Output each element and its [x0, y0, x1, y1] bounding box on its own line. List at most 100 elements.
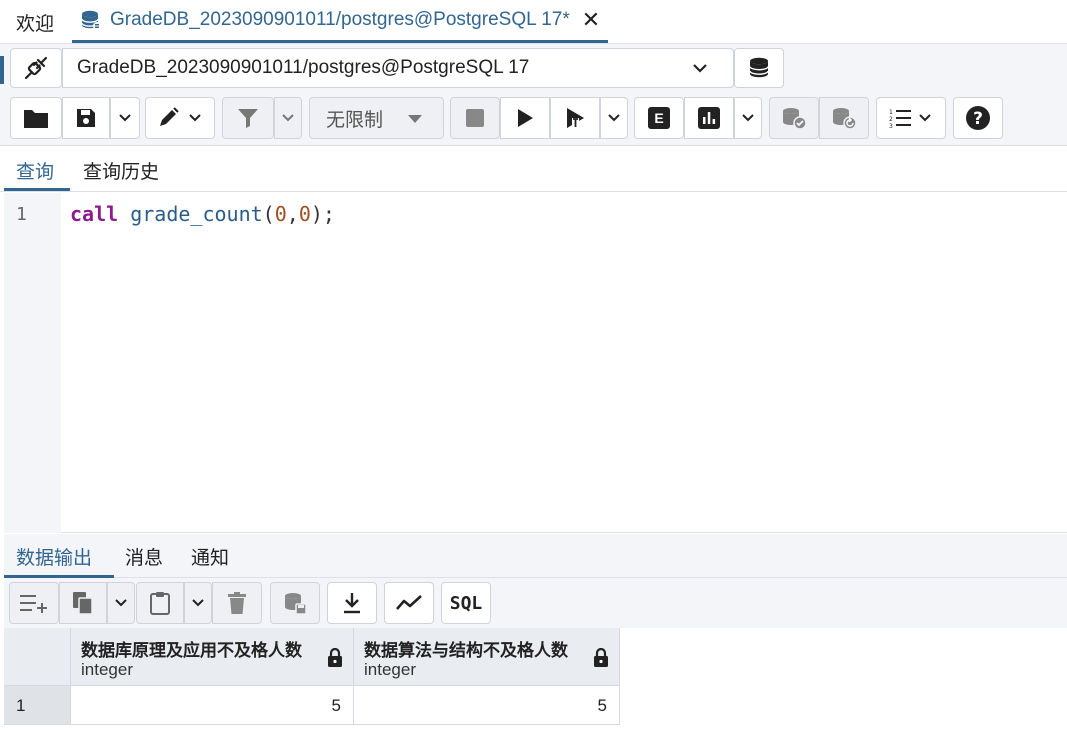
download-button[interactable] [327, 582, 377, 624]
sql-button[interactable]: SQL [441, 582, 491, 624]
row-limit-select[interactable]: 无限制 [309, 97, 444, 139]
play-script-icon [564, 107, 586, 129]
filter-button[interactable] [222, 97, 274, 139]
active-tab-indicator [4, 188, 70, 191]
tab-query-tool[interactable]: GradeDB_2023090901011/postgres@PostgreSQ… [72, 0, 609, 43]
svg-text:3: 3 [889, 123, 893, 128]
sql-argument: 0 [274, 202, 287, 226]
line-chart-icon [395, 593, 423, 613]
svg-text:2: 2 [889, 116, 893, 123]
chevron-down-icon [113, 595, 129, 611]
column-header[interactable]: 数据库原理及应用不及格人数 integer [71, 628, 354, 686]
open-file-button[interactable] [10, 97, 62, 139]
trash-icon [228, 592, 246, 614]
sql-comma: , [286, 202, 299, 226]
panel-accent [0, 56, 4, 84]
sql-paren-open: ( [262, 202, 275, 226]
commit-button[interactable] [769, 97, 819, 139]
filter-icon [237, 107, 259, 129]
connection-select[interactable]: GradeDB_2023090901011/postgres@PostgreSQ… [62, 48, 734, 88]
sql-keyword: call [70, 202, 119, 226]
stop-button[interactable] [450, 97, 500, 139]
execute-options-dropdown[interactable] [600, 97, 628, 139]
stop-icon [466, 109, 484, 127]
help-icon: ? [965, 105, 991, 131]
sql-paren-close: ); [310, 202, 335, 226]
database-commit-icon [781, 106, 807, 130]
database-rollback-icon [831, 106, 857, 130]
editor-tab-bar [0, 146, 1067, 192]
line-number-gutter [4, 193, 61, 533]
explain-icon: E [648, 107, 670, 129]
table-cell[interactable]: 5 [71, 686, 354, 725]
row-limit-value: 无限制 [326, 109, 384, 131]
table-cell[interactable]: 5 [354, 686, 620, 725]
filter-dropdown[interactable] [274, 97, 302, 139]
execute-button[interactable] [500, 97, 550, 139]
line-number: 1 [16, 204, 27, 225]
execute-script-button[interactable] [550, 97, 600, 139]
folder-icon [23, 107, 49, 129]
column-type: integer [81, 660, 133, 679]
tab-welcome[interactable]: 欢迎 [16, 9, 54, 36]
explain-button[interactable]: E [634, 97, 684, 139]
paste-button[interactable] [136, 582, 184, 624]
chevron-down-icon [117, 110, 133, 126]
copy-options-dropdown[interactable] [107, 582, 135, 624]
caret-down-icon [407, 113, 423, 125]
sql-label: SQL [449, 592, 483, 614]
tab-messages[interactable]: 消息 [125, 543, 163, 570]
save-options-dropdown[interactable] [110, 97, 140, 139]
numbered-list-icon: 123 [889, 108, 913, 128]
save-data-button[interactable] [270, 582, 320, 624]
new-connection-button[interactable] [734, 48, 784, 88]
lock-icon [593, 648, 609, 668]
column-type: integer [364, 660, 416, 679]
tab-data-output[interactable]: 数据输出 [16, 543, 92, 570]
svg-text:?: ? [973, 109, 983, 129]
connection-status-button[interactable] [10, 48, 62, 88]
column-header[interactable]: 数据算法与结构不及格人数 integer [354, 628, 620, 686]
svg-text:1: 1 [889, 109, 893, 116]
edit-button[interactable] [145, 97, 215, 139]
add-row-button[interactable] [9, 582, 59, 624]
grid-corner[interactable] [4, 628, 71, 686]
result-tab-bar [4, 534, 1067, 578]
rollback-button[interactable] [819, 97, 869, 139]
row-number-cell[interactable]: 1 [4, 686, 71, 725]
macros-button[interactable]: 123 [876, 97, 946, 139]
copy-icon [72, 591, 94, 615]
help-button[interactable]: ? [953, 97, 1003, 139]
save-file-button[interactable] [62, 97, 110, 139]
bar-chart-icon [698, 107, 720, 129]
explain-options-dropdown[interactable] [734, 97, 762, 139]
pen-icon [157, 107, 183, 129]
explain-analyze-button[interactable] [684, 97, 734, 139]
add-row-icon [19, 592, 49, 614]
chevron-down-icon [280, 110, 296, 126]
lock-icon [327, 648, 343, 668]
database-stack-icon [747, 56, 771, 80]
tab-query[interactable]: 查询 [16, 157, 54, 184]
tab-query-history[interactable]: 查询历史 [83, 157, 159, 184]
sql-argument: 0 [298, 202, 311, 226]
database-icon [80, 9, 102, 31]
chevron-down-icon [691, 59, 709, 77]
download-icon [342, 592, 362, 614]
chevron-down-icon [917, 110, 933, 126]
play-icon [516, 108, 534, 128]
paste-options-dropdown[interactable] [184, 582, 212, 624]
sql-function-name: grade_count [130, 202, 263, 226]
code-line[interactable]: call grade_count(0,0); [70, 202, 335, 226]
connection-select-value: GradeDB_2023090901011/postgres@PostgreSQ… [77, 57, 530, 78]
delete-row-button[interactable] [212, 582, 262, 624]
database-save-icon [283, 591, 307, 615]
sql-editor[interactable] [4, 193, 1067, 533]
save-icon [75, 107, 97, 129]
graph-visualiser-button[interactable] [384, 582, 434, 624]
chevron-down-icon [740, 110, 756, 126]
clipboard-icon [149, 591, 171, 615]
copy-button[interactable] [59, 582, 107, 624]
tab-notifications[interactable]: 通知 [191, 543, 229, 570]
close-icon[interactable]: ✕ [582, 7, 600, 33]
